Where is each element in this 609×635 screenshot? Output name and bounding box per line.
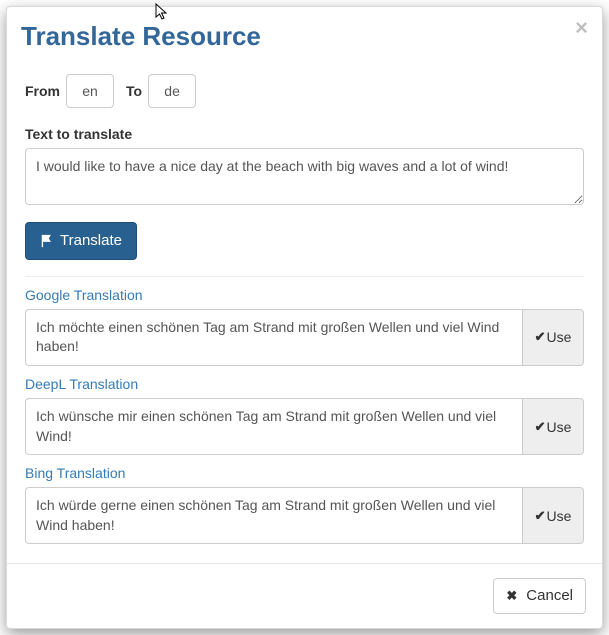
result-row-google: Ich möchte einen schönen Tag am Strand m… [25,309,584,366]
check-icon: ✔ [535,419,546,435]
result-text-bing: Ich würde gerne einen schönen Tag am Str… [25,487,522,544]
modal-footer: ✖ Cancel [7,563,602,628]
result-row-bing: Ich würde gerne einen schönen Tag am Str… [25,487,584,544]
use-button-deepl[interactable]: ✔Use [522,398,584,455]
translate-modal: × Translate Resource From To Text to tra… [6,6,603,629]
result-text-google: Ich möchte einen schönen Tag am Strand m… [25,309,522,366]
use-button-google[interactable]: ✔Use [522,309,584,366]
result-row-deepl: Ich wünsche mir einen schönen Tag am Str… [25,398,584,455]
use-button-bing[interactable]: ✔Use [522,487,584,544]
translate-button-label: Translate [60,231,122,251]
check-icon: ✔ [535,508,546,524]
provider-label-bing: Bing Translation [25,465,584,481]
cancel-label: Cancel [526,586,573,606]
text-to-translate-label: Text to translate [25,126,584,142]
separator [25,276,584,277]
language-row: From To [25,74,584,108]
provider-label-deepl: DeepL Translation [25,376,584,392]
from-label: From [25,83,60,99]
from-language-input[interactable] [66,74,114,108]
to-language-input[interactable] [148,74,196,108]
use-label: Use [547,419,572,435]
close-icon: ✖ [506,588,517,605]
flag-icon [40,234,54,248]
translate-button[interactable]: Translate [25,222,137,260]
modal-header: × Translate Resource [7,7,602,58]
cancel-button[interactable]: ✖ Cancel [493,578,586,614]
use-label: Use [547,329,572,345]
modal-title: Translate Resource [21,21,584,52]
to-label: To [126,83,142,99]
check-icon: ✔ [535,329,546,345]
close-button[interactable]: × [575,17,588,39]
result-text-deepl: Ich wünsche mir einen schönen Tag am Str… [25,398,522,455]
use-label: Use [547,508,572,524]
provider-label-google: Google Translation [25,287,584,303]
text-to-translate-input[interactable] [25,148,584,205]
modal-body: From To Text to translate Translate Goog… [7,58,602,563]
